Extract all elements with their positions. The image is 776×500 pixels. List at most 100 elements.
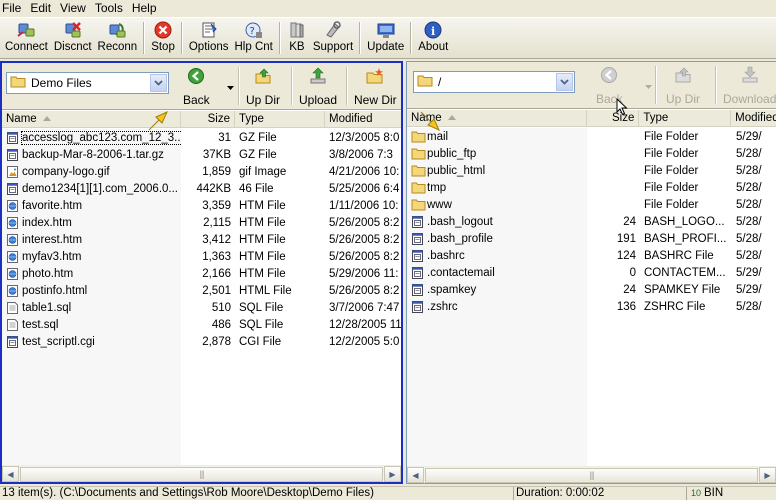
- scroll-left-icon[interactable]: ◀: [407, 467, 424, 483]
- file-row[interactable]: favorite.htm 3,359 HTM File 1/11/2006 10:: [2, 197, 401, 214]
- file-type: gif Image: [239, 165, 287, 178]
- local-col-type[interactable]: Type: [235, 111, 325, 128]
- file-row[interactable]: interest.htm 3,412 HTM File 5/26/2005 8:2: [2, 231, 401, 248]
- file-row[interactable]: myfav3.htm 1,363 HTM File 5/26/2005 8:2: [2, 248, 401, 265]
- menu-tools[interactable]: Tools: [91, 0, 128, 17]
- file-type: File Folder: [644, 181, 699, 194]
- remote-file-list: mail File Folder 5/29/public_ftp File Folde…: [407, 128, 776, 466]
- file-size: 1,363: [202, 250, 231, 263]
- file-row[interactable]: www File Folder 5/28/: [407, 196, 776, 213]
- file-row[interactable]: .spamkey 24 SPAMKEY File 5/29/: [407, 281, 776, 298]
- scroll-right-icon[interactable]: ▶: [384, 466, 401, 482]
- file-row[interactable]: postinfo.html 2,501 HTML File 5/26/2005 8:2: [2, 282, 401, 299]
- local-updir-button[interactable]: Up Dir: [246, 65, 280, 107]
- remote-col-size[interactable]: Size: [587, 110, 640, 127]
- new-dir-button[interactable]: New Dir: [354, 65, 397, 107]
- local-horizontal-scrollbar[interactable]: ◀ ||| ▶: [2, 465, 401, 482]
- file-name-cell: test.sql: [2, 318, 181, 332]
- svg-text:?: ?: [249, 26, 254, 37]
- update-icon: [376, 20, 396, 40]
- file-size: 0: [629, 266, 636, 279]
- reconnect-icon: [107, 20, 127, 40]
- file-name: .zshrc: [427, 300, 458, 313]
- file-row[interactable]: demo1234[1][1].com_2006.0... 442KB 46 File…: [2, 180, 401, 197]
- file-row[interactable]: company-logo.gif 1,859 gif Image 4/21/2006 …: [2, 163, 401, 180]
- download-button[interactable]: Download: [723, 64, 776, 106]
- file-modified: 3/8/2006 7:3: [329, 148, 393, 161]
- options-button[interactable]: Options: [186, 18, 232, 58]
- local-col-size[interactable]: Size: [181, 111, 235, 128]
- file-row[interactable]: public_ftp File Folder 5/28/: [407, 145, 776, 162]
- local-panel-toolbar: Demo Files Back Up Dir Upload New Dir: [2, 63, 401, 110]
- file-row[interactable]: test.sql 486 SQL File 12/28/2005 11: [2, 316, 401, 333]
- file-type: HTM File: [239, 199, 286, 212]
- back-dropdown-icon[interactable]: [645, 80, 652, 92]
- scroll-right-icon[interactable]: ▶: [759, 467, 776, 483]
- file-modified: 12/2/2005 5:0: [329, 335, 400, 348]
- file-row[interactable]: tmp File Folder 5/28/: [407, 179, 776, 196]
- file-modified: 5/28/: [736, 147, 762, 160]
- file-row[interactable]: test_scriptl.cgi 2,878 CGI File 12/2/2005 5…: [2, 333, 401, 350]
- back-arrow-icon: [599, 64, 619, 86]
- file-row[interactable]: mail File Folder 5/29/: [407, 128, 776, 145]
- file-row[interactable]: public_html File Folder 5/28/: [407, 162, 776, 179]
- sort-arrow-icon: [42, 116, 51, 122]
- local-back-button[interactable]: Back: [183, 65, 210, 107]
- reconnect-button[interactable]: Reconn: [95, 18, 141, 58]
- update-button[interactable]: Update: [364, 18, 407, 58]
- menu-help[interactable]: Help: [128, 0, 162, 17]
- remote-col-modified[interactable]: Modified: [731, 110, 776, 127]
- menu-file[interactable]: File: [0, 0, 26, 17]
- file-row[interactable]: .bashrc 124 BASHRC File 5/28/: [407, 247, 776, 264]
- file-row[interactable]: .zshrc 136 ZSHRC File 5/28/: [407, 298, 776, 315]
- file-row[interactable]: photo.htm 2,166 HTM File 5/29/2006 11:: [2, 265, 401, 282]
- scroll-thumb[interactable]: |||: [20, 466, 383, 482]
- file-size: 124: [616, 249, 636, 262]
- file-modified: 12/3/2005 8:0: [329, 131, 400, 144]
- knowledge-base-button[interactable]: KB: [284, 18, 310, 58]
- file-name-cell: public_html: [407, 164, 587, 178]
- file-row[interactable]: backup-Mar-8-2006-1.tar.gz 37KB GZ File 3/8…: [2, 146, 401, 163]
- about-button[interactable]: i About: [415, 18, 451, 58]
- disconnect-button[interactable]: Discnct: [51, 18, 95, 58]
- chevron-down-icon[interactable]: [556, 73, 573, 91]
- connect-button[interactable]: Connect: [2, 18, 51, 58]
- file-name: www: [427, 198, 452, 211]
- file-row[interactable]: accesslog_abc123.com_12_3... 31 GZ File 12/…: [2, 129, 401, 146]
- local-path-combo[interactable]: Demo Files: [6, 72, 169, 94]
- file-name-cell: table1.sql: [2, 301, 181, 315]
- file-name: favorite.htm: [22, 199, 83, 212]
- file-name: myfav3.htm: [22, 250, 82, 263]
- menu-edit[interactable]: Edit: [26, 0, 56, 17]
- back-dropdown-icon[interactable]: [227, 81, 234, 93]
- file-type: HTML File: [239, 284, 292, 297]
- archive-file-icon: [411, 215, 424, 229]
- scroll-left-icon[interactable]: ◀: [2, 466, 19, 482]
- stop-button[interactable]: Stop: [148, 18, 178, 58]
- support-button[interactable]: Support: [310, 18, 356, 58]
- remote-horizontal-scrollbar[interactable]: ◀ ||| ▶: [407, 466, 776, 483]
- file-modified: 5/29/: [736, 283, 762, 296]
- file-row[interactable]: index.htm 2,115 HTM File 5/26/2005 8:2: [2, 214, 401, 231]
- remote-col-type[interactable]: Type: [639, 110, 732, 127]
- file-name-cell: backup-Mar-8-2006-1.tar.gz: [2, 148, 181, 162]
- help-center-button[interactable]: ? Hlp Cnt: [232, 18, 276, 58]
- up-dir-icon: [673, 64, 693, 86]
- local-col-modified[interactable]: Modified: [325, 111, 401, 128]
- file-row[interactable]: .contactemail 0 CONTACTEM... 5/29/: [407, 264, 776, 281]
- remote-panel: / Back Up Dir Download Name Size Type Mo…: [406, 61, 776, 484]
- scroll-thumb[interactable]: |||: [425, 467, 758, 483]
- remote-path-combo[interactable]: /: [413, 71, 575, 93]
- remote-updir-button[interactable]: Up Dir: [666, 64, 700, 106]
- file-row[interactable]: .bash_profile 191 BASH_PROFI... 5/28/: [407, 230, 776, 247]
- file-modified: 5/26/2005 8:2: [329, 250, 400, 263]
- file-row[interactable]: .bash_logout 24 BASH_LOGO... 5/28/: [407, 213, 776, 230]
- file-name-cell: favorite.htm: [2, 199, 181, 213]
- menu-view[interactable]: View: [56, 0, 91, 17]
- file-name: interest.htm: [22, 233, 83, 246]
- chevron-down-icon[interactable]: [150, 74, 167, 92]
- file-row[interactable]: table1.sql 510 SQL File 3/7/2006 7:47: [2, 299, 401, 316]
- file-size: 486: [211, 318, 231, 331]
- file-name-cell: .bashrc: [407, 249, 587, 263]
- upload-button[interactable]: Upload: [299, 65, 337, 107]
